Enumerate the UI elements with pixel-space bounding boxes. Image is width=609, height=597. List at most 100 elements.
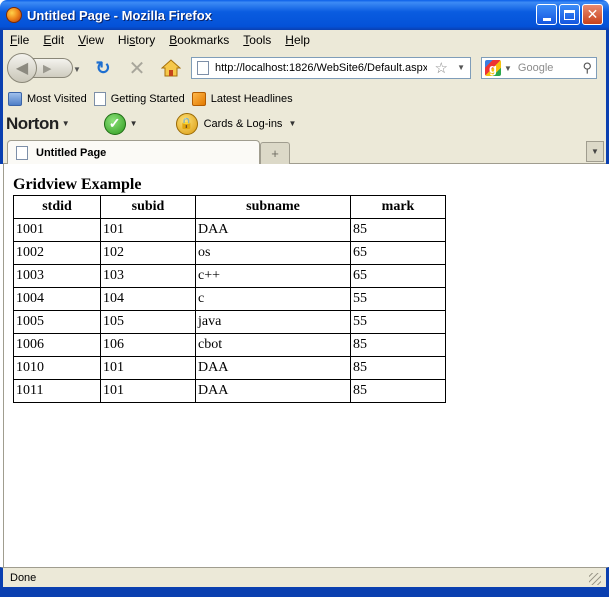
norton-toolbar: Norton ▼ ✓ ▼ 🔒 Cards & Log-ins ▼ bbox=[3, 111, 296, 136]
minimize-button[interactable] bbox=[536, 4, 557, 25]
resize-grip-icon[interactable] bbox=[589, 573, 601, 585]
table-cell: 101 bbox=[100, 379, 196, 403]
table-header-row: stdid subid subname mark bbox=[13, 195, 446, 219]
history-dropdown-icon[interactable]: ▼ bbox=[73, 65, 81, 74]
table-cell: 1005 bbox=[13, 310, 101, 334]
page-icon bbox=[16, 145, 28, 160]
cards-dropdown-icon[interactable]: ▼ bbox=[288, 119, 296, 128]
url-dropdown-icon[interactable]: ▼ bbox=[457, 63, 465, 72]
bookmark-most-visited[interactable]: Most Visited bbox=[8, 92, 87, 106]
status-bar: Done bbox=[0, 567, 609, 587]
plus-icon: + bbox=[271, 146, 279, 161]
window-controls: ✕ bbox=[536, 4, 603, 25]
reload-button[interactable]: ↻ bbox=[91, 56, 115, 80]
navigation-toolbar: ▶ ◀ ▼ ↻ ✕ http://localhost:1826/WebSite6… bbox=[3, 50, 606, 86]
bookmark-getting-started[interactable]: Getting Started bbox=[93, 92, 185, 106]
column-header: stdid bbox=[13, 195, 101, 219]
menu-file[interactable]: File bbox=[3, 33, 36, 47]
norton-dropdown-icon[interactable]: ▼ bbox=[62, 119, 70, 128]
table-cell: 103 bbox=[100, 264, 196, 288]
tab-list-button[interactable]: ▼ bbox=[586, 141, 604, 162]
gridview-table: stdid subid subname mark 1001 101 DAA 85 10… bbox=[13, 195, 446, 403]
table-cell: 85 bbox=[350, 333, 446, 357]
table-row: 1006 106 cbot 85 bbox=[13, 333, 446, 357]
table-row: 1002 102 os 65 bbox=[13, 241, 446, 265]
table-row: 1005 105 java 55 bbox=[13, 310, 446, 334]
bookmark-latest-headlines[interactable]: Latest Headlines bbox=[191, 92, 293, 106]
maximize-button[interactable] bbox=[559, 4, 580, 25]
table-cell: 65 bbox=[350, 241, 446, 265]
back-arrow-icon: ◀ bbox=[15, 60, 29, 77]
table-cell: 1003 bbox=[13, 264, 101, 288]
table-row: 1011 101 DAA 85 bbox=[13, 379, 446, 403]
search-box[interactable]: g ▼ Google ⚲ bbox=[481, 57, 597, 79]
column-header: mark bbox=[350, 195, 446, 219]
table-cell: DAA bbox=[195, 218, 351, 242]
new-tab-button[interactable]: + bbox=[260, 142, 290, 164]
table-cell: 55 bbox=[350, 310, 446, 334]
lock-icon[interactable]: 🔒 bbox=[175, 112, 198, 135]
status-text: Done bbox=[10, 571, 37, 584]
table-row: 1004 104 c 55 bbox=[13, 287, 446, 311]
page-icon bbox=[197, 61, 209, 75]
safe-check-icon[interactable]: ✓ bbox=[103, 112, 126, 135]
reload-icon: ↻ bbox=[95, 57, 111, 78]
menu-tools[interactable]: Tools bbox=[236, 33, 278, 47]
forward-arrow-icon: ▶ bbox=[43, 62, 52, 75]
engine-dropdown-icon[interactable]: ▼ bbox=[504, 64, 512, 73]
menu-bar: File Edit View History Bookmarks Tools H… bbox=[3, 30, 317, 49]
tab-strip: Untitled Page + ▼ bbox=[3, 138, 606, 164]
table-cell: 1010 bbox=[13, 356, 101, 380]
home-button[interactable] bbox=[159, 56, 183, 80]
table-cell: 1006 bbox=[13, 333, 101, 357]
norton-logo[interactable]: Norton bbox=[6, 114, 59, 134]
title-bar: Untitled Page - Mozilla Firefox ✕ bbox=[0, 0, 609, 30]
table-cell: os bbox=[195, 241, 351, 265]
table-cell: java bbox=[195, 310, 351, 334]
table-cell: c bbox=[195, 287, 351, 311]
table-cell: c++ bbox=[195, 264, 351, 288]
menu-bookmarks[interactable]: Bookmarks bbox=[162, 33, 236, 47]
search-placeholder: Google bbox=[517, 62, 554, 74]
table-row: 1010 101 DAA 85 bbox=[13, 356, 446, 380]
back-forward-group: ▶ ◀ ▼ bbox=[7, 53, 81, 83]
table-cell: cbot bbox=[195, 333, 351, 357]
tab-untitled-page[interactable]: Untitled Page bbox=[7, 140, 260, 164]
url-text[interactable]: http://localhost:1826/WebSite6/Default.a… bbox=[215, 62, 427, 74]
url-bar[interactable]: http://localhost:1826/WebSite6/Default.a… bbox=[191, 57, 471, 79]
table-cell: 1001 bbox=[13, 218, 101, 242]
table-cell: 101 bbox=[100, 218, 196, 242]
back-button[interactable]: ◀ bbox=[7, 53, 37, 83]
bookmark-star-icon[interactable]: ☆ bbox=[435, 59, 448, 77]
maximize-icon bbox=[564, 9, 575, 20]
page-icon bbox=[93, 92, 106, 106]
tab-label: Untitled Page bbox=[36, 146, 107, 159]
menu-edit[interactable]: Edit bbox=[36, 33, 71, 47]
menu-help[interactable]: Help bbox=[278, 33, 317, 47]
menu-history[interactable]: History bbox=[111, 33, 162, 47]
page-title: Gridview Example bbox=[13, 176, 142, 193]
table-cell: 1002 bbox=[13, 241, 101, 265]
table-cell: 105 bbox=[100, 310, 196, 334]
table-cell: 1004 bbox=[13, 287, 101, 311]
stop-button[interactable]: ✕ bbox=[125, 56, 149, 80]
table-row: 1001 101 DAA 85 bbox=[13, 218, 446, 242]
bookmarks-toolbar: Most Visited Getting Started Latest Head… bbox=[3, 88, 295, 110]
table-cell: 85 bbox=[350, 379, 446, 403]
table-cell: 85 bbox=[350, 218, 446, 242]
page-content: Gridview Example stdid subid subname mar… bbox=[3, 164, 606, 567]
table-cell: 104 bbox=[100, 287, 196, 311]
table-cell: DAA bbox=[195, 379, 351, 403]
table-cell: 102 bbox=[100, 241, 196, 265]
search-icon[interactable]: ⚲ bbox=[582, 60, 592, 76]
stop-icon: ✕ bbox=[128, 57, 146, 80]
rss-icon bbox=[191, 92, 206, 106]
close-button[interactable]: ✕ bbox=[582, 4, 603, 25]
check-dropdown-icon[interactable]: ▼ bbox=[130, 119, 138, 128]
forward-button[interactable]: ▶ bbox=[33, 58, 73, 78]
google-icon[interactable]: g bbox=[485, 60, 501, 76]
chevron-down-icon: ▼ bbox=[591, 147, 599, 156]
cards-logins-label[interactable]: Cards & Log-ins bbox=[204, 118, 283, 130]
minimize-icon bbox=[542, 17, 551, 21]
menu-view[interactable]: View bbox=[71, 33, 111, 47]
